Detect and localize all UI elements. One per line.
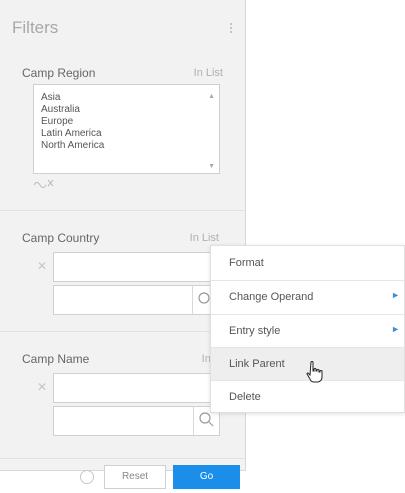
menu-item-label: Link Parent [229,358,285,370]
camp-region-operand[interactable]: In List [194,67,223,79]
menu-item-label: Change Operand [229,291,314,303]
camp-name-label: Camp Name [22,352,90,366]
hand-cursor-icon [305,361,323,388]
list-item[interactable]: Latin America [41,128,102,139]
camp-region-label: Camp Region [22,66,96,80]
camp-country-label: Camp Country [22,231,100,245]
kebab-icon[interactable] [228,21,234,37]
list-item[interactable]: North America [41,140,104,151]
filters-header: Filters [0,10,245,40]
clear-x-icon[interactable]: ✕ [37,380,47,394]
menu-item-entry-style[interactable]: Entry style ► [211,315,404,348]
filters-title: Filters [12,18,59,37]
menu-item-label: Format [229,257,264,269]
divider [0,210,245,211]
scroll-up-icon[interactable]: ▲ [208,93,215,100]
menu-item-change-operand[interactable]: Change Operand ► [211,281,404,314]
list-item[interactable]: Asia [41,92,60,103]
camp-country-input[interactable] [53,252,213,282]
link-icon[interactable] [33,178,55,191]
reset-button[interactable]: Reset [104,465,166,489]
camp-name-input[interactable] [53,373,220,403]
divider [0,331,245,332]
camp-country-search-field[interactable] [53,285,213,315]
menu-item-format[interactable]: Format [211,247,404,280]
chevron-right-icon: ► [391,324,400,334]
chevron-right-icon: ► [391,290,400,300]
list-item[interactable]: Australia [41,104,80,115]
go-button[interactable]: Go [173,465,240,489]
list-item[interactable]: Europe [41,116,73,127]
camp-region-listbox[interactable]: Asia Australia Europe Latin America Nort… [33,84,220,174]
scroll-down-icon[interactable]: ▼ [208,163,215,170]
camp-country-operand[interactable]: In List [190,232,219,244]
clear-x-icon[interactable]: ✕ [37,259,47,273]
menu-item-label: Delete [229,391,261,403]
menu-item-label: Entry style [229,325,281,337]
reset-icon[interactable] [80,470,94,484]
